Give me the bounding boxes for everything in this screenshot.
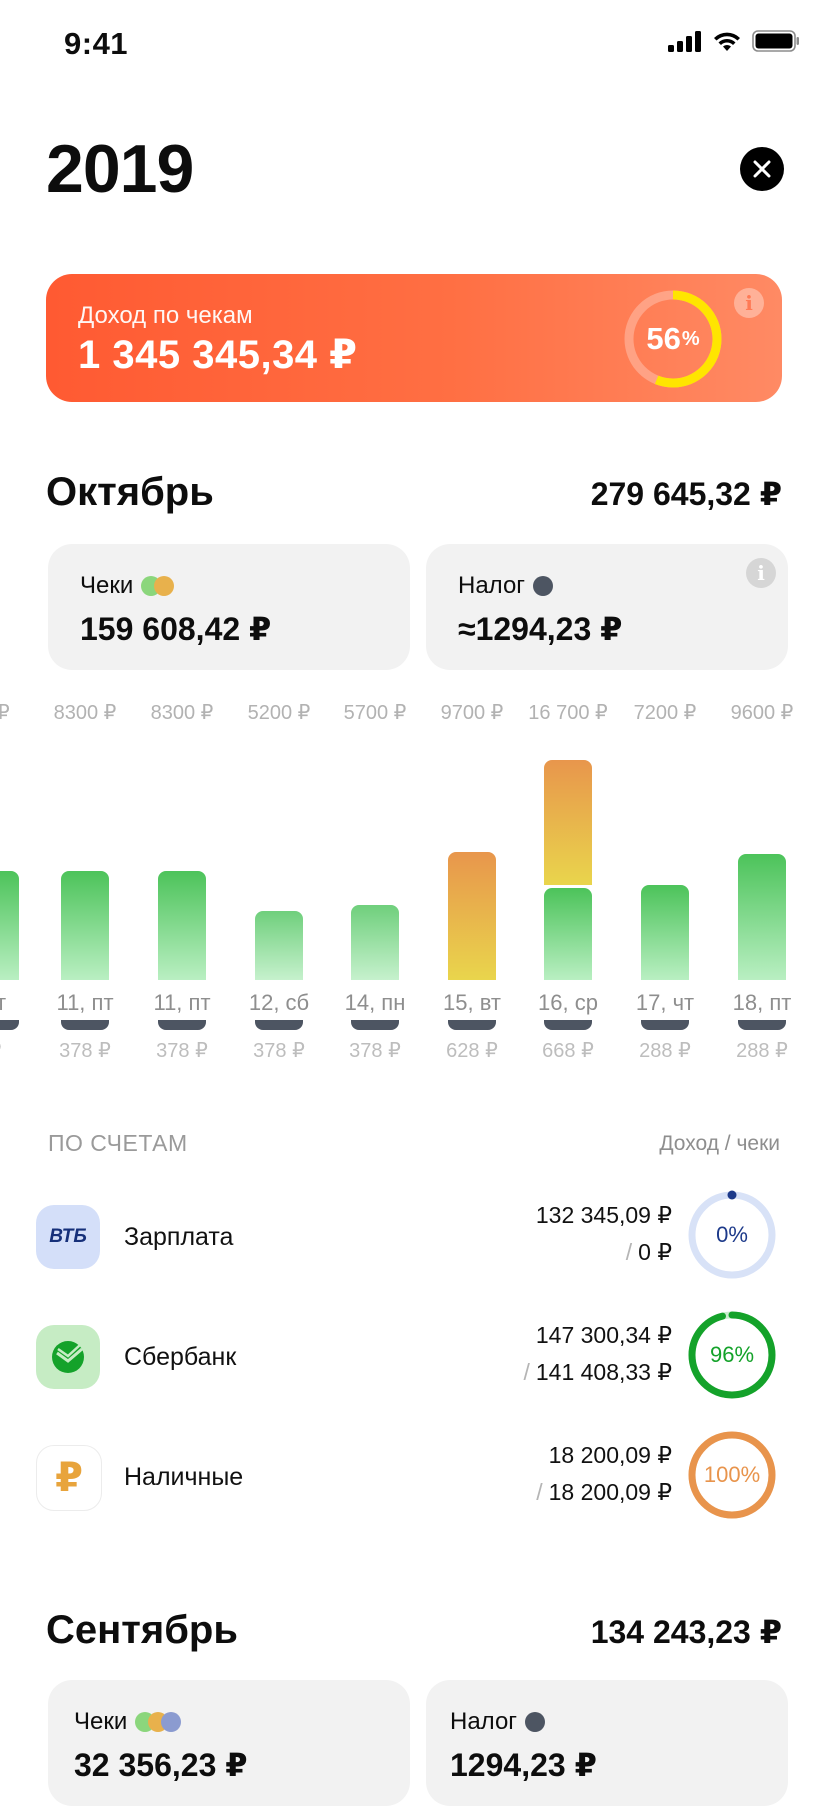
checks-sources-icon: [141, 576, 175, 596]
tax-dot-icon: [533, 576, 554, 596]
bar-tax-label: 628 ₽: [446, 1040, 498, 1062]
bar-value-label: 9600 ₽: [730, 702, 794, 724]
bar-tax-label: 668 ₽: [542, 1040, 594, 1062]
close-button[interactable]: [740, 147, 784, 191]
tax-card[interactable]: Налог ≈1294,23 ₽ i: [426, 544, 788, 670]
income-card[interactable]: Доход по чекам 1 345 345,34 ₽ 56% i: [46, 274, 782, 402]
account-name: Зарплата: [124, 1223, 234, 1251]
month-total-september: 134 243,23 ₽: [590, 1614, 782, 1650]
account-percent: 100%: [703, 1462, 761, 1487]
bar-tax-marker: [61, 1020, 109, 1030]
tax-card-september[interactable]: Налог 1294,23 ₽: [426, 1680, 788, 1806]
tax-label: Налог: [450, 1708, 546, 1736]
account-income: 147 300,34 ₽: [535, 1322, 672, 1348]
account-name: Наличные: [124, 1463, 244, 1491]
bar-tax-label: 378 ₽: [253, 1040, 305, 1062]
bar[interactable]: [0, 870, 19, 980]
bar[interactable]: [61, 870, 109, 980]
bar-value-label: 8300 ₽: [53, 702, 117, 724]
account-row[interactable]: Сбербанк 147 300,34 ₽ /141 408,33 ₽ 96%: [0, 1305, 828, 1405]
bar-tax-label: 378 ₽: [156, 1040, 208, 1062]
bar[interactable]: [544, 760, 592, 885]
account-row[interactable]: ВТБ Зарплата 132 345,09 ₽ /0 ₽ 0%: [0, 1185, 828, 1285]
bar-day-label: 16, ср: [538, 990, 598, 1015]
tax-label: Налог: [458, 572, 554, 600]
bar-day-label: 11, пт: [153, 990, 211, 1015]
wifi-icon: [714, 32, 740, 51]
cellular-signal-icon: [668, 31, 701, 52]
account-row[interactable]: ₽ Наличные 18 200,09 ₽ /18 200,09 ₽ 100%: [0, 1425, 828, 1525]
bar[interactable]: [255, 911, 303, 980]
bar-tax-label: 378 ₽: [349, 1040, 401, 1062]
tax-value: 1294,23 ₽: [450, 1747, 597, 1783]
account-income: 132 345,09 ₽: [535, 1202, 672, 1228]
info-icon[interactable]: i: [734, 288, 764, 318]
income-percent: 56%: [646, 321, 700, 356]
checks-sources-icon: [135, 1712, 182, 1732]
checks-card-september[interactable]: Чеки 32 356,23 ₽: [48, 1680, 410, 1806]
account-percent: 96%: [709, 1342, 755, 1367]
checks-card[interactable]: Чеки 159 608,42 ₽: [48, 544, 410, 670]
month-total-october: 279 645,32 ₽: [590, 476, 782, 512]
bar-tax-marker: [255, 1020, 303, 1030]
info-icon[interactable]: i: [746, 558, 776, 588]
status-icons: [668, 30, 800, 52]
bar-day-label: 15, вт: [443, 990, 501, 1015]
bar-value-label: 8300 ₽: [150, 702, 214, 724]
bar-value-label: 5200 ₽: [247, 702, 311, 724]
bar-tax-marker: [544, 1020, 592, 1030]
bar-tax-marker: [0, 1020, 19, 1030]
close-icon: [753, 160, 771, 178]
month-title-october: Октябрь: [46, 470, 214, 514]
bar[interactable]: [448, 852, 496, 980]
ruble-icon: ₽: [36, 1445, 102, 1511]
accounts-section-title: ПО СЧЕТАМ: [48, 1130, 188, 1156]
checks-value: 159 608,42 ₽: [80, 611, 272, 647]
bar-day-label: 18, пт: [732, 990, 792, 1015]
bar-tax-marker: [448, 1020, 496, 1030]
bar-tax-marker: [641, 1020, 689, 1030]
bar[interactable]: [641, 885, 689, 980]
account-name: Сбербанк: [124, 1343, 237, 1371]
account-checks: /18 200,09 ₽: [536, 1479, 672, 1505]
checks-label: Чеки: [74, 1708, 182, 1736]
bar-tax-marker: [351, 1020, 399, 1030]
bar-value-label: 5700 ₽: [343, 702, 407, 724]
account-checks: /141 408,33 ₽: [523, 1359, 672, 1385]
checks-label: Чеки: [80, 572, 175, 600]
bar-value-label: 16 700 ₽: [528, 702, 608, 724]
account-income: 18 200,09 ₽: [548, 1442, 672, 1468]
tax-value: ≈1294,23 ₽: [458, 611, 623, 647]
bar-tax-label: 378 ₽: [59, 1040, 111, 1062]
bar[interactable]: [158, 870, 206, 980]
sberbank-icon: [36, 1325, 100, 1389]
daily-income-chart[interactable]: 0 ₽нт₽8300 ₽11, пт378 ₽8300 ₽11, пт378 ₽…: [0, 700, 828, 1080]
bar[interactable]: [738, 853, 786, 980]
bar-value-label: 7200 ₽: [633, 702, 697, 724]
bar-day-label: 17, чт: [635, 990, 695, 1015]
accounts-section-subtitle: Доход / чеки: [659, 1132, 780, 1155]
bar-day-label: 12, сб: [248, 990, 310, 1015]
status-time: 9:41: [64, 26, 129, 61]
account-checks: /0 ₽: [625, 1239, 672, 1265]
account-percent: 0%: [716, 1222, 748, 1247]
bar-tax-marker: [158, 1020, 206, 1030]
battery-icon: [752, 30, 799, 52]
tax-dot-icon: [525, 1712, 546, 1732]
checks-value: 32 356,23 ₽: [74, 1747, 248, 1783]
page-title: 2019: [46, 131, 194, 207]
income-label: Доход по чекам: [78, 302, 253, 329]
vtb-icon: ВТБ: [36, 1205, 100, 1269]
bar-value-label: 9700 ₽: [440, 702, 504, 724]
month-title-september: Сентябрь: [46, 1608, 238, 1652]
bar[interactable]: [351, 904, 399, 980]
bar[interactable]: [544, 887, 592, 980]
bar-tax-label: 288 ₽: [639, 1040, 691, 1062]
bar-day-label: 11, пт: [56, 990, 114, 1015]
bar-tax-label: 288 ₽: [736, 1040, 788, 1062]
income-value: 1 345 345,34 ₽: [78, 333, 358, 377]
bar-tax-marker: [738, 1020, 786, 1030]
bar-day-label: 14, пн: [344, 990, 406, 1015]
